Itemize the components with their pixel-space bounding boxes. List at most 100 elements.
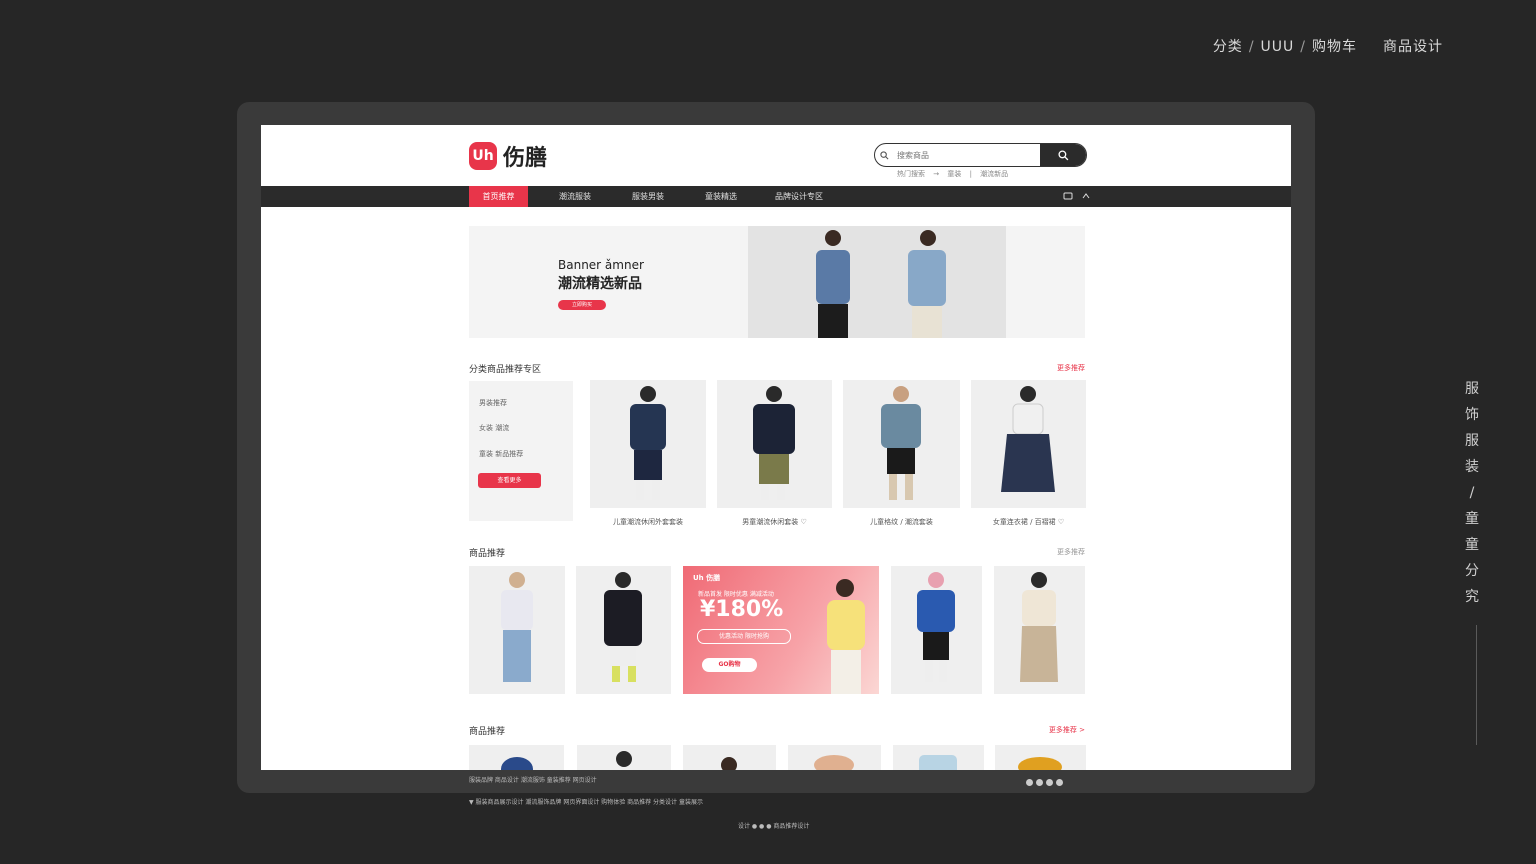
nav-icons [1063,191,1091,201]
product-card[interactable] [576,566,671,694]
side-label-char: / [1469,485,1475,501]
hot-search-divider: | [969,170,972,178]
banner-button[interactable]: 立即购买 [558,300,606,310]
site-logo[interactable]: Uh 伤膳 [469,140,547,172]
banner-title-cn: 潮流精选新品 [558,276,642,292]
category-card: 男装推荐 女装 潮流 童装 新品推荐 查看更多 [469,381,573,521]
user-icon[interactable] [1081,191,1091,201]
product-image [1001,386,1055,492]
hot-search-arrow: → [933,170,940,178]
side-label-char: 服 [1465,381,1479,397]
banner-text: Banner ǎmner 潮流精选新品 立即购买 [558,258,644,310]
product-image [753,386,795,500]
product-image [1020,572,1058,682]
breadcrumb-separator: / [1248,39,1255,55]
product-card[interactable] [893,745,984,770]
social-icon[interactable] [1026,779,1033,786]
product-caption[interactable]: 儿童潮流休闲外套套装 [590,517,706,527]
promo-banner[interactable]: Uh 伤膳 新品首发 限时优惠 满减活动 ¥180% 优惠活动 限时抢购 GO购… [683,566,879,694]
search-icon [875,144,893,166]
product-card[interactable] [717,380,832,508]
product-image [616,751,632,767]
category-item[interactable]: 童装 新品推荐 [479,449,523,459]
category-item[interactable]: 男装推荐 [479,398,507,408]
hot-search-item[interactable]: 童装 [947,170,961,178]
social-icon[interactable] [1056,779,1063,786]
promo-tag: 优惠活动 限时抢购 [697,629,791,644]
hero-banner[interactable]: Banner ǎmner 潮流精选新品 立即购买 [469,226,1085,338]
footer-line-1: 服装品牌 商品设计 潮流服饰 童装推荐 网页设计 [469,777,597,784]
section-title-categories: 分类商品推荐专区 [469,365,542,375]
hot-search-label: 热门搜索 [897,170,925,178]
breadcrumb-item-cart[interactable]: 购物车 [1312,39,1357,55]
product-caption[interactable]: 男童潮流休闲套装 ♡ [717,517,832,527]
side-label-char: 装 [1465,459,1479,475]
product-image [501,757,533,770]
category-more-button[interactable]: 查看更多 [478,473,541,488]
product-card[interactable] [590,380,706,508]
product-card[interactable] [788,745,881,770]
promo-brand: Uh 伤膳 [693,574,721,582]
product-card[interactable] [891,566,982,694]
product-image [881,386,921,500]
social-icon[interactable] [1046,779,1053,786]
nav-item-home[interactable]: 首页推荐 [469,186,528,207]
product-image [630,386,666,500]
product-image [721,757,737,770]
promo-model-image [827,579,865,694]
footer-line-2: ▼ 服装商品展示设计 潮流服饰品牌 网页界面设计 购物体验 商品推荐 分类设计 … [469,799,703,806]
section-title-recommend: 商品推荐 [469,549,506,559]
product-caption[interactable]: 女童连衣裙 / 百褶裙 ♡ [971,517,1086,527]
product-card[interactable] [469,566,565,694]
side-label: 服 饰 服 装 / 童 童 分 究 [1462,376,1482,610]
models-illustration [816,230,946,338]
product-card[interactable] [994,566,1085,694]
product-card[interactable] [469,745,564,770]
nav-item-brand[interactable]: 品牌设计专区 [764,186,834,207]
web-page: Uh 伤膳 热门搜索 → 童装 | 潮流新品 首页推荐 潮流服装 服装男装 童装… [261,125,1291,770]
product-image [604,572,642,682]
search-bar [874,143,1087,167]
side-label-char: 服 [1465,433,1479,449]
search-icon [1057,149,1068,160]
breadcrumb-item-category[interactable]: 分类 [1213,39,1243,55]
breadcrumb-item-uuu[interactable]: UUU [1261,39,1295,55]
side-label-char: 童 [1465,537,1479,553]
side-label-char: 究 [1465,589,1479,605]
section-title-recommend-2: 商品推荐 [469,727,506,737]
product-image [917,572,955,682]
product-image [1018,757,1062,770]
logo-mark: Uh [469,142,497,170]
product-image [919,755,957,770]
search-button[interactable] [1040,144,1086,166]
product-card[interactable] [843,380,960,508]
main-nav: 首页推荐 潮流服装 服装男装 童装精选 品牌设计专区 [261,186,1291,207]
breadcrumb-separator: / [1300,39,1306,55]
breadcrumb: 分类 / UUU / 购物车 商品设计 [1210,36,1446,56]
promo-button[interactable]: GO购物 [702,658,757,672]
banner-title-en: Banner ǎmner [558,258,644,272]
social-icon[interactable] [1036,779,1043,786]
hot-searches: 热门搜索 → 童装 | 潮流新品 [897,169,1014,179]
hot-search-item[interactable]: 潮流新品 [980,170,1008,178]
category-item[interactable]: 女装 潮流 [479,423,509,433]
footer-icons [1026,779,1063,786]
nav-item-trend[interactable]: 潮流服装 [545,186,605,207]
section-more-link[interactable]: 更多推荐 [1057,547,1085,557]
side-label-char: 分 [1465,563,1479,579]
logo-text: 伤膳 [503,146,548,171]
section-more-link[interactable]: 更多推荐 > [1049,725,1085,735]
search-input[interactable] [893,144,1040,166]
banner-photo [748,226,1006,338]
product-card[interactable] [683,745,776,770]
product-card[interactable] [971,380,1086,508]
product-caption[interactable]: 儿童格纹 / 潮流套装 [843,517,960,527]
product-card[interactable] [577,745,671,770]
product-card[interactable] [995,745,1086,770]
nav-item-kidswear[interactable]: 童装精选 [691,186,751,207]
section-more-link[interactable]: 更多推荐 [1057,363,1085,373]
breadcrumb-current: 商品设计 [1383,39,1443,55]
side-divider [1476,625,1477,745]
cart-icon[interactable] [1063,191,1073,201]
nav-item-menswear[interactable]: 服装男装 [618,186,678,207]
